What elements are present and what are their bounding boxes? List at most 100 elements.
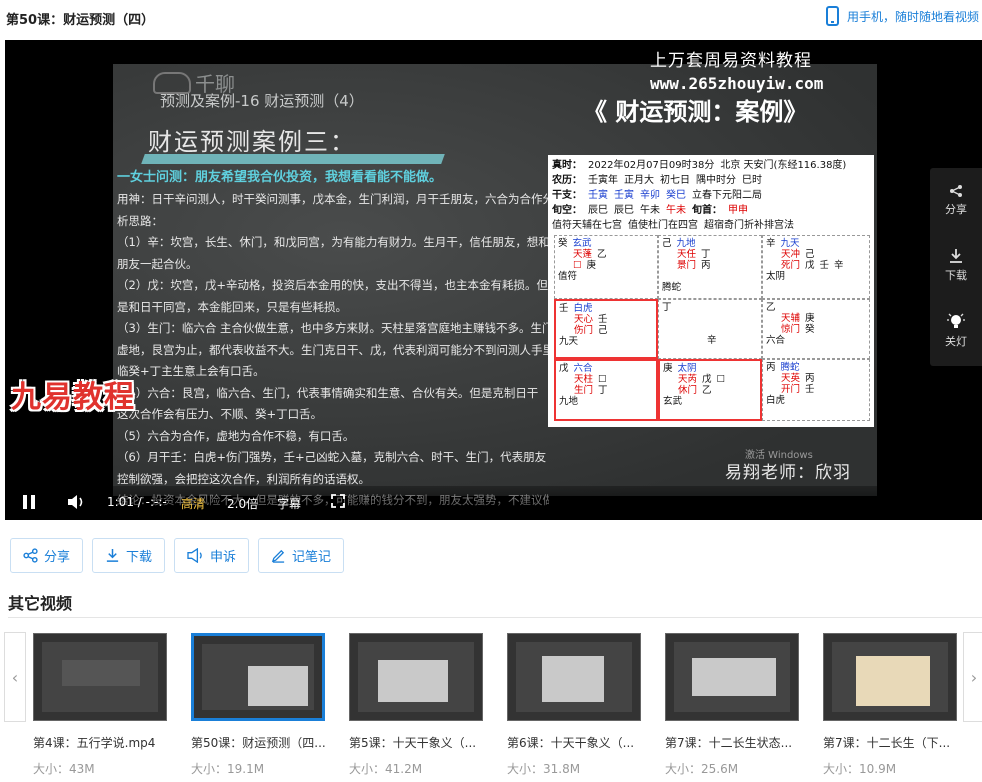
- video-player[interactable]: 千聊 预测及案例-16 财运预测（4） 财运预测案例三： 一女士问测：朋友希望我…: [5, 40, 982, 520]
- mobile-phone-icon: [826, 6, 839, 26]
- chart-token: 乙: [766, 302, 776, 313]
- chart-token: 值符: [558, 271, 578, 282]
- video-frame: 千聊 预测及案例-16 财运预测（4） 财运预测案例三： 一女士问测：朋友希望我…: [113, 64, 877, 507]
- chevron-left-icon: ‹: [11, 667, 19, 687]
- chart-token: 乙: [597, 249, 607, 260]
- share-button[interactable]: 分享: [10, 538, 84, 573]
- chart-token: 天辅: [781, 313, 801, 324]
- qimen-chart: 真时： 2022年02月07日09时38分 北京 天安门(东经116.38度) 农历：…: [548, 155, 874, 427]
- volume-icon[interactable]: [67, 494, 87, 510]
- subtitle-button[interactable]: 字幕: [277, 495, 301, 512]
- chart-token: 丙: [805, 373, 815, 384]
- chart-palace: 丙腾蛇 天英丙开门壬白虎: [762, 359, 870, 421]
- chart-palace-line: 休门乙: [663, 385, 757, 396]
- chart-token: 壬: [559, 303, 569, 314]
- chart-palace-line: [662, 324, 758, 335]
- video-card-title[interactable]: 第7课：十二长生（下...: [823, 734, 961, 751]
- quality-button[interactable]: 高清: [181, 495, 205, 512]
- chart-palace-line: 生门丁: [559, 385, 653, 396]
- video-card-size: 大小：25.6M: [665, 762, 739, 776]
- thumbnail-content: [692, 658, 776, 696]
- chart-token: 生门: [574, 385, 594, 396]
- chart-token: 丙: [701, 260, 711, 271]
- appeal-button[interactable]: 申诉: [174, 538, 250, 573]
- download-button[interactable]: 下载: [92, 538, 166, 573]
- chart-header-cell: 癸巳: [666, 190, 686, 201]
- chart-header-cell: 2022年02月07日09时38分: [588, 160, 715, 171]
- video-card-title[interactable]: 第50课：财运预测（四...: [191, 734, 329, 751]
- pencil-icon: [271, 549, 285, 563]
- chart-token: 天蓬: [573, 249, 593, 260]
- chart-header-cell: 值符天辅在七宫: [552, 220, 622, 231]
- other-videos-title: 其它视频: [8, 594, 73, 613]
- video-card[interactable]: 第7课：十二长生状态... 大小：25.6M: [665, 633, 801, 777]
- chart-token: 天英: [781, 373, 801, 384]
- chart-palace-line: 辛: [662, 335, 758, 346]
- video-card-title[interactable]: 第7课：十二长生状态...: [665, 734, 803, 751]
- video-card[interactable]: 第5课：十天干象义（... 大小：41.2M: [349, 633, 485, 777]
- chart-token: 腾蛇: [662, 282, 682, 293]
- side-lights-off-button[interactable]: 关灯: [930, 312, 982, 349]
- chart-token: 惊门: [781, 324, 801, 335]
- side-share-button[interactable]: 分享: [930, 184, 982, 217]
- slide-line: 虚地，艮宫为止，都代表收益不大。生门克日干、戊，代表利润可能分不到问测人手里: [117, 342, 549, 357]
- chart-palace: 己九地 天任丁景门丙腾蛇: [658, 235, 762, 299]
- thumbnail-slide: [202, 644, 314, 710]
- mobile-watch-link[interactable]: 用手机，随时随地看视频: [826, 6, 979, 26]
- chart-token: 丁: [598, 385, 608, 396]
- chart-header-row: 农历： 壬寅年 正月大 初七日 隅中时分 巳时: [552, 173, 870, 188]
- chart-palace-line: 庚太阴: [663, 363, 757, 374]
- chart-token: 白虎: [573, 303, 593, 314]
- slide-line: 析思路：: [117, 213, 163, 228]
- video-card-title[interactable]: 第5课：十天干象义（...: [349, 734, 487, 751]
- video-card[interactable]: 第50课：财运预测（四... 大小：19.1M: [191, 633, 327, 777]
- fullscreen-icon[interactable]: [331, 494, 345, 508]
- carousel-prev-button[interactable]: ‹: [4, 632, 26, 722]
- thumbnail-slide: [358, 642, 474, 712]
- video-thumbnail[interactable]: [507, 633, 641, 721]
- video-card[interactable]: 第6课：十天干象义（... 大小：31.8M: [507, 633, 643, 777]
- chart-palace: 丁辛: [658, 299, 762, 359]
- chart-token: 六合: [573, 363, 593, 374]
- share-icon: [950, 185, 962, 197]
- download-icon: [950, 249, 962, 263]
- video-card-title[interactable]: 第4课：五行学说.mp4: [33, 734, 171, 751]
- chart-header-cell: 北京 天安门(东经116.38度): [720, 160, 847, 171]
- chart-palace-line: 玄武: [663, 396, 757, 407]
- video-thumbnail[interactable]: [33, 633, 167, 721]
- video-card-title[interactable]: 第6课：十天干象义（...: [507, 734, 645, 751]
- brand-badge: 九易教程: [11, 380, 135, 415]
- watermark-url: www.265zhouyiw.com: [650, 74, 824, 93]
- video-thumbnail[interactable]: [823, 633, 957, 721]
- chart-palace: 戊六合 天柱 ☐ 生门丁九地: [554, 359, 658, 421]
- speed-button[interactable]: 2.0倍: [227, 495, 258, 512]
- share-icon: [23, 548, 38, 563]
- side-download-button[interactable]: 下载: [930, 248, 982, 283]
- chart-palace: 癸玄武 天蓬乙 ☐ 庚值符: [554, 235, 658, 299]
- appeal-label: 申诉: [210, 550, 237, 565]
- carousel-next-button[interactable]: ›: [963, 632, 982, 722]
- chart-palace-line: 天冲己: [766, 249, 866, 260]
- chart-palace-line: 值符: [558, 271, 654, 282]
- video-card-size: 大小：19.1M: [191, 762, 265, 776]
- take-notes-button[interactable]: 记笔记: [258, 538, 345, 573]
- video-card[interactable]: 第7课：十二长生（下... 大小：10.9M: [823, 633, 959, 777]
- chart-palace-line: 壬白虎: [559, 303, 653, 314]
- video-thumbnail[interactable]: [191, 633, 325, 721]
- video-thumbnail[interactable]: [349, 633, 483, 721]
- chart-palace-line: 死门戊壬辛: [766, 260, 866, 271]
- video-card[interactable]: 第4课：五行学说.mp4 大小：43M: [33, 633, 169, 777]
- chart-palace-line: 景门丙: [662, 260, 758, 271]
- chart-token: ☐: [573, 260, 582, 271]
- chart-token: 天任: [677, 249, 697, 260]
- chart-token: 己: [805, 249, 815, 260]
- chart-palace-line: 六合: [766, 335, 866, 346]
- chevron-right-icon: ›: [970, 667, 978, 687]
- video-thumbnail[interactable]: [665, 633, 799, 721]
- pause-icon[interactable]: [23, 495, 35, 509]
- chart-token: 伤门: [574, 325, 594, 336]
- chart-header-cell: 辰巳: [588, 205, 608, 216]
- section-divider: [8, 617, 982, 618]
- chart-token: 九天: [559, 336, 579, 347]
- chart-palace-line: 伤门己: [559, 325, 653, 336]
